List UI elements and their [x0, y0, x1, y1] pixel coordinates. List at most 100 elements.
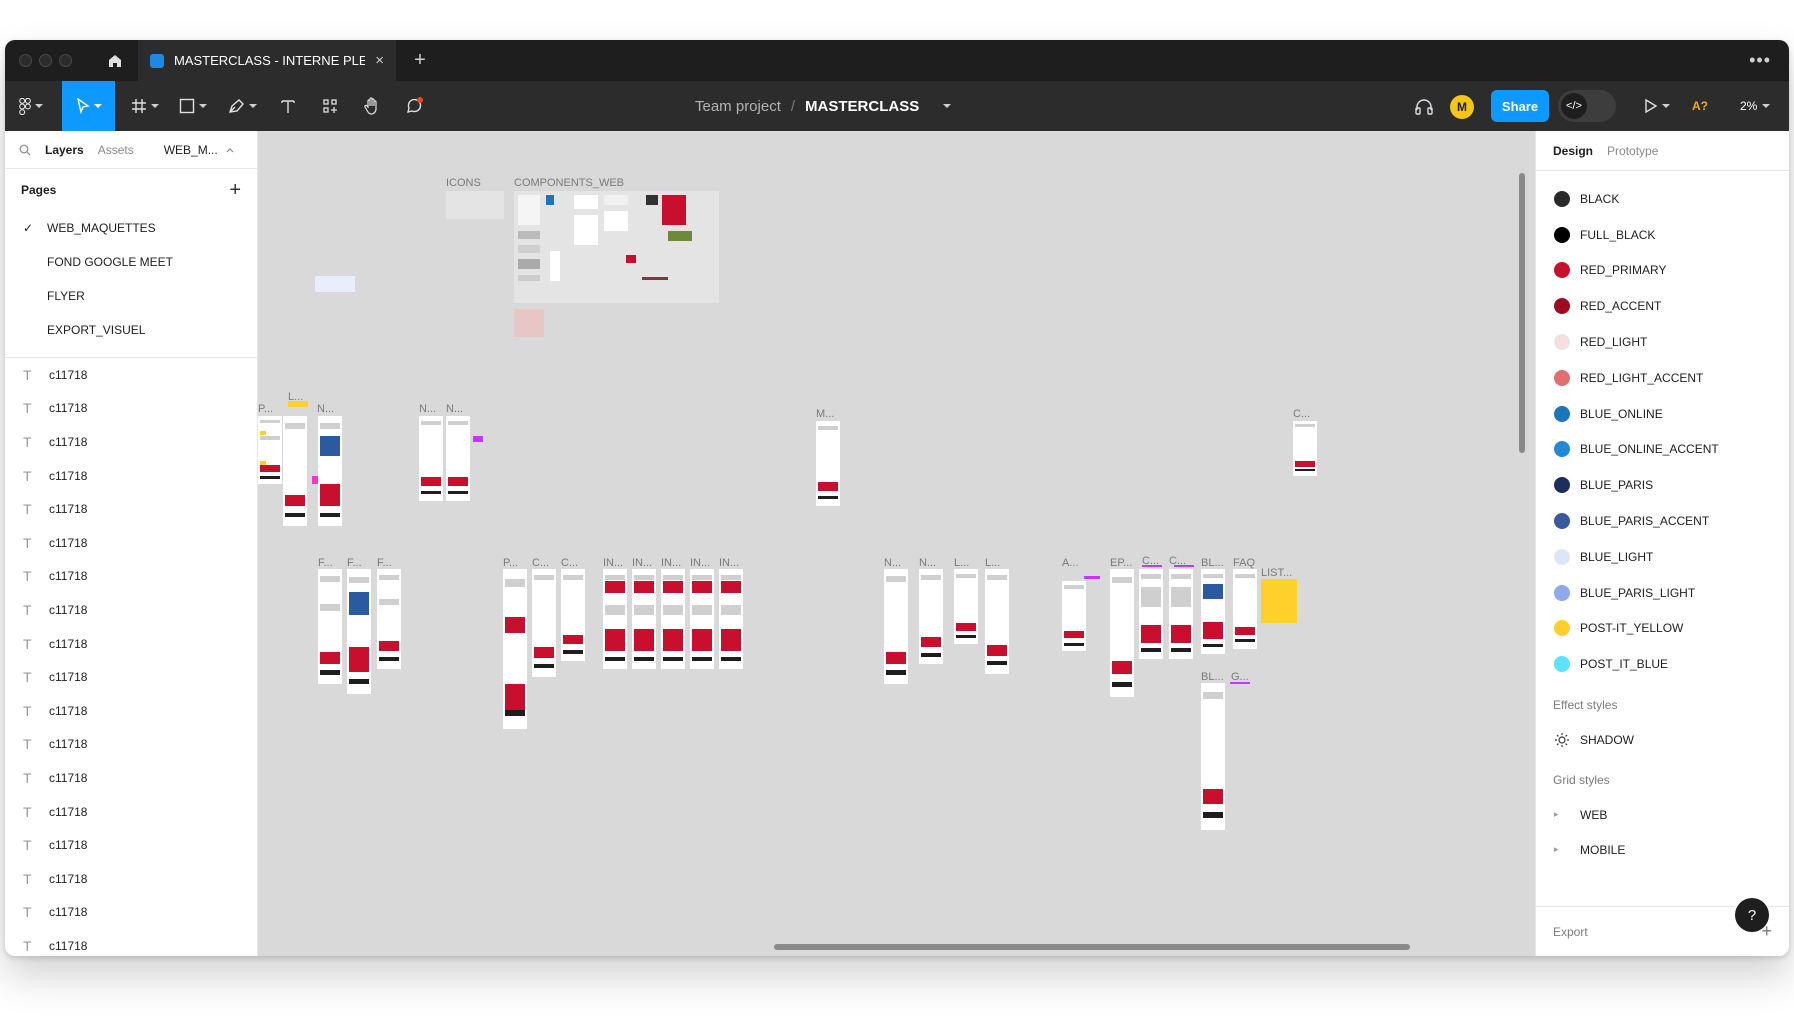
page-frame-thumbnail[interactable] — [347, 569, 371, 694]
vertical-scrollbar[interactable] — [1519, 173, 1525, 453]
page-item[interactable]: ✓ WEB_MAQUETTES — [5, 211, 257, 245]
grid-style-item[interactable]: ▸ WEB — [1536, 797, 1789, 832]
annotation-sticker[interactable] — [312, 476, 318, 484]
frame-label[interactable]: N... — [919, 557, 936, 569]
page-frame-thumbnail[interactable] — [532, 569, 556, 677]
page-frame-thumbnail[interactable] — [258, 416, 282, 484]
annotation-sticker[interactable] — [1142, 565, 1162, 567]
comment-tool-button[interactable] — [397, 81, 433, 131]
page-frame-thumbnail[interactable] — [503, 569, 527, 729]
color-style-item[interactable]: BLUE_ONLINE_ACCENT — [1536, 432, 1789, 468]
window-close-button[interactable] — [19, 54, 32, 67]
dev-mode-toggle[interactable]: </> — [1558, 90, 1616, 122]
annotation-sticker[interactable] — [473, 436, 483, 442]
page-item[interactable]: EXPORT_VISUEL — [5, 313, 257, 347]
annotation-sticker[interactable] — [260, 461, 266, 465]
frame-label[interactable]: BL... — [1201, 671, 1224, 683]
page-frame-thumbnail[interactable] — [1139, 569, 1163, 659]
page-item[interactable]: FLYER — [5, 279, 257, 313]
pen-tool-button[interactable] — [221, 81, 263, 131]
page-frame-thumbnail[interactable] — [661, 569, 685, 669]
annotation-sticker[interactable] — [1174, 565, 1194, 567]
frame-label[interactable]: M... — [816, 408, 834, 420]
tab-layers[interactable]: Layers — [45, 143, 84, 157]
layer-item[interactable]: Tc11718 — [5, 392, 257, 426]
layer-item[interactable]: Tc11718 — [5, 728, 257, 762]
color-style-item[interactable]: BLUE_ONLINE — [1536, 396, 1789, 432]
layer-item[interactable]: Tc11718 — [5, 896, 257, 930]
layer-item[interactable]: Tc11718 — [5, 593, 257, 627]
color-style-item[interactable]: BLUE_PARIS_LIGHT — [1536, 575, 1789, 611]
frame-label[interactable]: A... — [1062, 557, 1079, 569]
text-tool-button[interactable] — [271, 81, 305, 131]
annotation-sticker[interactable] — [288, 401, 308, 407]
frame-label[interactable]: N... — [446, 403, 463, 415]
page-frame-thumbnail[interactable] — [318, 569, 342, 684]
page-frame-thumbnail[interactable] — [985, 569, 1009, 674]
layer-item[interactable]: Tc11718 — [5, 425, 257, 459]
resources-tool-button[interactable] — [313, 81, 347, 131]
frame-tool-button[interactable] — [125, 81, 165, 131]
frame-label[interactable]: L... — [985, 557, 1000, 569]
font-warning-button[interactable]: A? — [1692, 81, 1708, 131]
layer-item[interactable]: Tc11718 — [5, 828, 257, 862]
layer-item[interactable]: Tc11718 — [5, 862, 257, 896]
horizontal-scrollbar[interactable] — [774, 944, 1410, 950]
tab-assets[interactable]: Assets — [98, 143, 134, 157]
page-frame-thumbnail[interactable] — [1293, 421, 1317, 476]
user-avatar[interactable]: M — [1450, 95, 1474, 119]
page-frame-thumbnail[interactable] — [719, 569, 743, 669]
page-frame-thumbnail[interactable] — [419, 416, 443, 501]
floating-frame[interactable] — [315, 276, 355, 292]
page-frame-thumbnail[interactable] — [1201, 569, 1225, 654]
layer-item[interactable]: Tc11718 — [5, 459, 257, 493]
page-selector[interactable]: WEB_M... — [164, 143, 234, 157]
layer-item[interactable]: Tc11718 — [5, 761, 257, 795]
page-item[interactable]: FOND GOOGLE MEET — [5, 245, 257, 279]
layer-item[interactable]: Tc11718 — [5, 560, 257, 594]
layer-item[interactable]: Tc11718 — [5, 795, 257, 829]
frame-label[interactable]: C... — [561, 557, 578, 569]
main-menu-button[interactable] — [11, 81, 51, 131]
components-board[interactable] — [514, 191, 719, 303]
effect-style-item[interactable]: SHADOW — [1536, 722, 1789, 757]
color-style-item[interactable]: BLUE_PARIS_ACCENT — [1536, 503, 1789, 539]
frame-label[interactable]: N... — [317, 403, 334, 415]
more-options-button[interactable]: ••• — [1749, 40, 1771, 81]
tab-prototype[interactable]: Prototype — [1607, 144, 1658, 158]
page-frame-thumbnail[interactable] — [1261, 579, 1297, 623]
color-style-item[interactable]: BLUE_PARIS — [1536, 467, 1789, 503]
zoom-menu-button[interactable]: 2% — [1740, 81, 1771, 131]
page-frame-thumbnail[interactable] — [690, 569, 714, 669]
design-canvas[interactable]: ICONS COMPONENTS_WEB P... L... N... N... N... M… — [258, 131, 1535, 956]
layer-item[interactable]: Tc11718 — [5, 526, 257, 560]
breadcrumb-team[interactable]: Team project — [695, 98, 781, 115]
audio-button[interactable] — [1410, 81, 1438, 131]
page-frame-thumbnail[interactable] — [632, 569, 656, 669]
layer-item[interactable]: Tc11718 — [5, 358, 257, 392]
layer-item[interactable]: Tc11718 — [5, 492, 257, 526]
hand-tool-button[interactable] — [355, 81, 389, 131]
help-button[interactable]: ? — [1735, 898, 1769, 932]
page-frame-thumbnail[interactable] — [1201, 683, 1225, 830]
frame-label[interactable]: N... — [419, 403, 436, 415]
color-style-item[interactable]: POST-IT_YELLOW — [1536, 611, 1789, 647]
page-frame-thumbnail[interactable] — [919, 569, 943, 664]
color-style-item[interactable]: BLACK — [1536, 181, 1789, 217]
frame-label[interactable]: IN... — [603, 557, 623, 569]
icons-frame[interactable] — [446, 191, 504, 219]
frame-label[interactable]: L... — [954, 557, 969, 569]
annotation-sticker[interactable] — [260, 431, 266, 435]
frame-label[interactable]: F... — [347, 557, 362, 569]
present-button[interactable] — [1637, 81, 1677, 131]
breadcrumb-file-name[interactable]: MASTERCLASS — [805, 98, 919, 115]
tab-close-button[interactable]: × — [375, 52, 384, 69]
page-frame-thumbnail[interactable] — [1110, 569, 1134, 697]
window-zoom-button[interactable] — [59, 54, 72, 67]
frame-label[interactable]: IN... — [690, 557, 710, 569]
annotation-sticker[interactable] — [1084, 576, 1100, 579]
share-button[interactable]: Share — [1491, 90, 1549, 122]
page-frame-thumbnail[interactable] — [1233, 569, 1257, 649]
grid-style-item[interactable]: ▸ MOBILE — [1536, 832, 1789, 867]
shape-tool-button[interactable] — [173, 81, 213, 131]
